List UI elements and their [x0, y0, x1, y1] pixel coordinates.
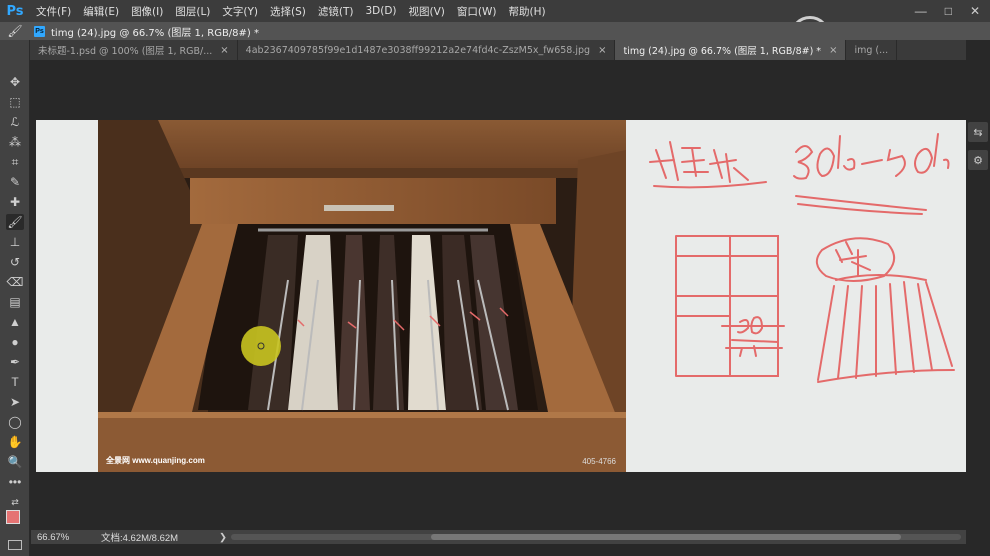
menu-3d[interactable]: 3D(D): [359, 5, 402, 17]
zoom-icon[interactable]: 🔍: [6, 454, 24, 470]
tab-img-partial[interactable]: img (...: [846, 40, 898, 60]
menu-type[interactable]: 文字(Y): [216, 4, 264, 19]
tab-untitled[interactable]: 未标题-1.psd @ 100% (图层 1, RGB/... ×: [30, 40, 238, 60]
eraser-icon[interactable]: ⌫: [6, 274, 24, 290]
dodge-icon[interactable]: ●: [6, 334, 24, 350]
hand-drawn-annotations: [649, 133, 955, 383]
panel-toggle-icon[interactable]: ⇆: [968, 122, 988, 142]
gradient-icon[interactable]: ▤: [6, 294, 24, 310]
more-icon[interactable]: •••: [6, 474, 24, 490]
photoshop-logo: Ps: [6, 3, 24, 19]
photo-watermark: 全景网 www.quanjing.com: [106, 456, 205, 465]
bottom-gutter: [31, 544, 966, 556]
document-title-area: Ps timg (24).jpg @ 66.7% (图层 1, RGB/8#) …: [30, 24, 259, 39]
lasso-icon[interactable]: ℒ: [6, 114, 24, 130]
menu-window[interactable]: 窗口(W): [451, 4, 503, 19]
ellipse-icon[interactable]: ◯: [6, 414, 24, 430]
tab-label: timg (24).jpg @ 66.7% (图层 1, RGB/8#) *: [623, 46, 822, 57]
crop-icon[interactable]: ⌗: [6, 154, 24, 170]
stamp-icon[interactable]: ⊥: [6, 234, 24, 250]
tab-4ab-image[interactable]: 4ab2367409785f99e1d1487e3038ff99212a2e74…: [237, 40, 616, 60]
options-bar: 🖌 Ps timg (24).jpg @ 66.7% (图层 1, RGB/8#…: [0, 22, 990, 40]
menu-filter[interactable]: 滤镜(T): [312, 4, 360, 19]
menu-edit[interactable]: 编辑(E): [77, 4, 125, 19]
tab-label: 未标题-1.psd @ 100% (图层 1, RGB/...: [38, 46, 213, 57]
menu-list: 文件(F) 编辑(E) 图像(I) 图层(L) 文字(Y) 选择(S) 滤镜(T…: [30, 4, 552, 19]
spot-heal-icon[interactable]: ✚: [6, 194, 24, 210]
hand-icon[interactable]: ✋: [6, 434, 24, 450]
tab-label: img (...: [854, 44, 889, 56]
brush-preset-icon[interactable]: 🖌: [0, 22, 30, 40]
foreground-color-swatch[interactable]: [6, 510, 20, 524]
menu-file[interactable]: 文件(F): [30, 4, 77, 19]
history-brush-icon[interactable]: ↺: [6, 254, 24, 270]
eyedropper-icon[interactable]: ✎: [6, 174, 24, 190]
status-bar: 66.67% 文档:4.62M/8.62M ❯: [31, 530, 966, 544]
tab-label: 4ab2367409785f99e1d1487e3038ff99212a2e74…: [245, 44, 591, 56]
tab-close-icon[interactable]: ×: [829, 45, 837, 56]
path-select-icon[interactable]: ➤: [6, 394, 24, 410]
document-tabs: 未标题-1.psd @ 100% (图层 1, RGB/... × 4ab236…: [30, 40, 966, 60]
marquee-icon[interactable]: ⬚: [6, 94, 24, 110]
pen-icon[interactable]: ✒: [6, 354, 24, 370]
properties-icon[interactable]: ⚙: [968, 150, 988, 170]
magic-wand-icon[interactable]: ⁂: [6, 134, 24, 150]
horizontal-scrollbar[interactable]: [231, 534, 961, 540]
document-title: timg (24).jpg @ 66.7% (图层 1, RGB/8#) *: [51, 27, 259, 39]
swap-colors-icon[interactable]: ⇄: [6, 494, 24, 510]
photo-code: 405-4766: [582, 457, 616, 466]
blur-icon[interactable]: ▲: [6, 314, 24, 330]
status-menu-arrow-icon[interactable]: ❯: [219, 532, 227, 543]
tools-panel: ✥ ⬚ ℒ ⁂ ⌗ ✎ ✚ 🖌 ⊥ ↺ ⌫ ▤ ▲ ● ✒ T ➤ ◯ ✋ 🔍 …: [0, 40, 30, 556]
tab-close-icon[interactable]: ×: [598, 45, 606, 56]
tab-timg24[interactable]: timg (24).jpg @ 66.7% (图层 1, RGB/8#) * ×: [615, 40, 847, 60]
tab-overflow[interactable]: [930, 40, 960, 60]
tab-close-icon[interactable]: ×: [220, 45, 228, 56]
type-icon[interactable]: T: [6, 374, 24, 390]
menu-layer[interactable]: 图层(L): [169, 4, 216, 19]
menu-view[interactable]: 视图(V): [403, 4, 451, 19]
zoom-level[interactable]: 66.67%: [31, 532, 91, 543]
doc-size: 文档:4.62M/8.62M: [101, 533, 179, 544]
right-panel-dock: ⇆ ⚙: [966, 60, 990, 556]
scroll-thumb[interactable]: [431, 534, 901, 540]
canvas[interactable]: 全景网 www.quanjing.com 405-4766: [36, 120, 972, 472]
menu-image[interactable]: 图像(I): [125, 4, 169, 19]
move-icon[interactable]: ✥: [6, 74, 24, 90]
brush-icon[interactable]: 🖌: [6, 214, 24, 230]
menu-select[interactable]: 选择(S): [264, 4, 312, 19]
menu-help[interactable]: 帮助(H): [503, 4, 552, 19]
quick-mask-icon[interactable]: [8, 540, 22, 550]
ps-document-icon: Ps: [34, 25, 45, 37]
wardrobe-drawer-image: [98, 120, 626, 472]
wardrobe-photo: 全景网 www.quanjing.com 405-4766: [98, 120, 626, 472]
